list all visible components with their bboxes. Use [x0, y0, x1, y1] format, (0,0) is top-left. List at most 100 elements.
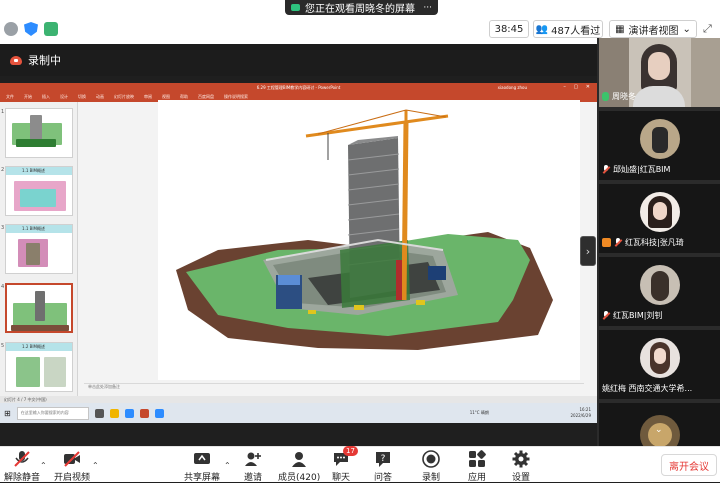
participant-tile[interactable]: 姚红梅 西南交通大学希...	[599, 330, 720, 399]
shared-screen: 6.29 工程管理BIM教学内容研讨 - PowerPoint xiaodong…	[0, 83, 597, 423]
view-mode-label: 演讲者视图	[628, 25, 679, 37]
file-explorer-icon[interactable]	[109, 408, 119, 418]
thumbnail-number: 5	[1, 343, 5, 349]
record-icon	[422, 450, 440, 468]
gallery-collapse-handle[interactable]: ›	[580, 236, 596, 266]
participant-tile[interactable]: 红瓦BIM|刘钊	[599, 257, 720, 326]
slide-thumbnail[interactable]: 1.1 BIM概述	[5, 224, 73, 274]
unmute-button[interactable]: 解除静音	[4, 450, 40, 483]
participants-icon	[292, 452, 307, 467]
participant-avatar	[640, 119, 680, 159]
question-icon: ?	[376, 452, 390, 467]
thumbnail-title: 1.1 BIM概述	[22, 168, 46, 173]
participant-gallery: 周晓冬 邱灿盛|红瓦BIM 红瓦科技|张凡琦 红瓦BIM|刘钊 姚红梅 西南交通…	[597, 38, 720, 446]
viewer-count: 487人看过	[551, 25, 601, 37]
participant-tile[interactable]: 邱灿盛|红瓦BIM	[599, 111, 720, 180]
participant-tile[interactable]: 红瓦科技|张凡琦	[599, 184, 720, 253]
leave-meeting-button[interactable]: 离开会议	[661, 454, 717, 476]
encryption-icon[interactable]	[44, 22, 58, 36]
microphone-muted-icon	[14, 451, 30, 467]
people-icon: 👥	[535, 23, 549, 35]
slide-thumbnail-selected[interactable]	[5, 283, 73, 333]
microphone-on-icon	[602, 92, 609, 101]
window-controls-icon: – ▢ ✕	[563, 84, 593, 90]
meeting-info-icon[interactable]	[4, 22, 18, 36]
ribbon-tab: 切换	[78, 94, 86, 99]
windows-start-icon[interactable]: ⊞	[4, 409, 11, 418]
powerpoint-icon[interactable]	[139, 408, 149, 418]
share-screen-button[interactable]: 共享屏幕	[184, 450, 220, 483]
recording-indicator: 录制中	[0, 44, 597, 76]
slide-thumbnail-pane: 1.1 BIM概述 1.1 BIM概述 1.2 BIM概述 1 2 3 4 5	[0, 102, 78, 404]
thumbnail-title: 1.2 BIM概述	[22, 344, 46, 349]
participants-button[interactable]: 成员(420)	[278, 450, 320, 483]
qa-button[interactable]: ? 问答	[374, 450, 392, 483]
share-screen-icon	[194, 453, 210, 464]
fullscreen-icon[interactable]: ⤢	[703, 22, 712, 36]
participant-name: 邱灿盛|红瓦BIM	[602, 164, 670, 175]
screen-share-banner[interactable]: 您正在观看周晓冬的屏幕 ···	[285, 0, 438, 15]
thumbnail-number: 1	[1, 109, 5, 115]
start-video-button[interactable]: 开启视频	[54, 450, 90, 483]
slide-thumbnail[interactable]	[5, 108, 73, 158]
clock-date: 2022/6/29	[570, 413, 591, 418]
host-badge-icon	[602, 238, 611, 247]
speaker-notes[interactable]: 单击此处添加备注	[84, 383, 584, 391]
share-options-chevron-icon[interactable]: ⌃	[224, 461, 231, 470]
ppt-window-title: 6.29 工程管理BIM教学内容研讨 - PowerPoint	[256, 84, 341, 90]
ribbon-tab: 幻灯片放映	[114, 94, 134, 99]
video-off-icon	[64, 451, 80, 467]
ppt-status-bar: 幻灯片 4 / 7 中文(中国)	[0, 396, 597, 403]
ribbon-tab: 文件	[6, 94, 14, 99]
gear-icon	[512, 450, 530, 468]
meeting-controls: 解除静音 ⌃ 开启视频 ⌃ 共享屏幕 ⌃ 邀请 成员(420) 17 聊天 ? …	[0, 446, 720, 483]
chat-button[interactable]: 17 聊天	[332, 446, 358, 483]
record-button[interactable]: 录制	[422, 450, 440, 483]
video-options-chevron-icon[interactable]: ⌃	[92, 461, 99, 470]
ppt-user: xiaodong zhou	[497, 85, 527, 90]
thumbnail-title: 1.1 BIM概述	[22, 226, 46, 231]
slide-bim-model-image	[158, 100, 580, 380]
thumbnail-number: 3	[1, 225, 5, 231]
apps-icon	[469, 450, 486, 467]
participant-name: 周晓冬	[602, 91, 636, 102]
participant-name: 红瓦科技|张凡琦	[602, 237, 684, 248]
ribbon-tab: 开始	[24, 94, 32, 99]
thumbnail-number: 2	[1, 167, 5, 173]
invite-button[interactable]: 邀请	[244, 450, 262, 483]
zoom-app-icon[interactable]	[154, 408, 164, 418]
participant-name: 红瓦BIM|刘钊	[602, 310, 662, 321]
microphone-muted-icon	[602, 165, 610, 174]
audio-options-chevron-icon[interactable]: ⌃	[40, 461, 47, 470]
share-indicator-icon	[291, 4, 300, 11]
ribbon-tab: 设计	[60, 94, 68, 99]
system-clock: 16:21 2022/6/29	[570, 407, 591, 419]
chevron-down-icon: ⌄	[682, 23, 691, 35]
windows-taskbar: ⊞ 在这里输入你要搜索的内容 11°C 晴朗 16:21 2022/6/29	[0, 403, 597, 423]
slide-thumbnail[interactable]: 1.1 BIM概述	[5, 166, 73, 216]
ribbon-tab: 插入	[42, 94, 50, 99]
apps-button[interactable]: 应用	[468, 450, 486, 483]
participant-tile[interactable]: ⌄	[599, 403, 720, 446]
cloud-record-icon	[10, 55, 22, 65]
more-options-icon[interactable]: ···	[423, 3, 432, 13]
thumbnail-number: 4	[1, 284, 5, 290]
task-view-icon[interactable]	[94, 408, 104, 418]
participant-avatar	[640, 265, 680, 305]
slide-thumbnail[interactable]: 1.2 BIM概述	[5, 342, 73, 392]
viewer-count-button[interactable]: 👥 487人看过	[533, 20, 603, 38]
security-shield-icon[interactable]	[24, 22, 38, 36]
microphone-muted-icon	[602, 311, 610, 320]
settings-button[interactable]: 设置	[512, 450, 530, 483]
browser-icon[interactable]	[124, 408, 134, 418]
recording-label: 录制中	[28, 54, 61, 67]
microphone-muted-icon	[614, 238, 622, 247]
taskbar-search[interactable]: 在这里输入你要搜索的内容	[16, 406, 89, 420]
view-mode-dropdown[interactable]: ▦ 演讲者视图 ⌄	[609, 20, 697, 38]
participant-avatar	[640, 192, 680, 232]
participant-tile[interactable]: 周晓冬	[599, 38, 720, 107]
scroll-down-icon[interactable]: ⌄	[655, 425, 663, 435]
weather-text: 11°C 晴朗	[469, 410, 489, 415]
add-user-icon	[245, 452, 261, 466]
ribbon-tab: 动画	[96, 94, 104, 99]
